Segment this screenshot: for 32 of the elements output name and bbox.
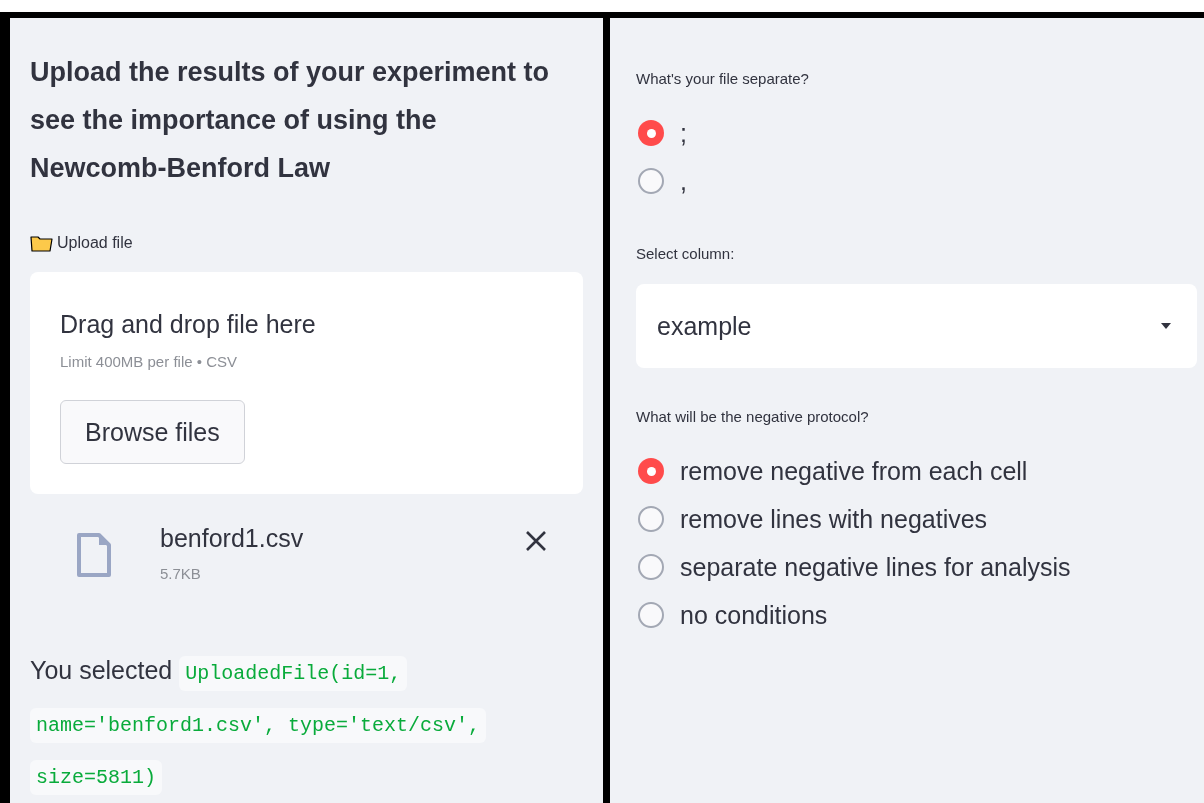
limit-text: Limit 400MB per file • CSV xyxy=(60,353,238,370)
file-icon xyxy=(76,532,112,578)
radio-label[interactable]: remove negative from each cell xyxy=(680,456,1028,486)
selection-text: You selected xyxy=(30,656,173,684)
radio-button[interactable] xyxy=(638,506,664,532)
field-label: Select column: xyxy=(636,245,735,262)
dropzone[interactable]: Drag and drop file here Limit 400MB per file • CSV Browse files xyxy=(30,272,583,494)
file-size: 5.7KB xyxy=(160,565,202,582)
folder-icon xyxy=(30,234,54,252)
field-label: What will be the negative protocol? xyxy=(636,408,869,425)
code-text: name='benford1.csv', type='text/csv', xyxy=(30,708,487,743)
radio-label[interactable]: , xyxy=(680,166,687,196)
browse-button[interactable]: Browse files xyxy=(60,400,245,464)
radio-label[interactable]: ; xyxy=(680,118,687,148)
caret-icon xyxy=(1161,323,1171,329)
close-icon[interactable] xyxy=(525,530,547,552)
field-label: What's your file separate? xyxy=(636,70,809,87)
radio-label[interactable]: separate negative lines for analysis xyxy=(680,552,1071,582)
code-text: size=5811) xyxy=(30,760,163,795)
page-heading: Upload the results of your experiment to see the importance of using the Newcomb-Benford Law xyxy=(30,56,551,185)
radio-button[interactable] xyxy=(638,602,664,628)
file-name: benford1.csv xyxy=(160,524,305,553)
code-text: UploadedFile(id=1, xyxy=(179,656,408,691)
radio-button[interactable] xyxy=(638,168,664,194)
radio-label[interactable]: no conditions xyxy=(680,600,828,630)
radio-button[interactable] xyxy=(638,554,664,580)
dropzone-text: Drag and drop file here xyxy=(60,310,317,339)
uploader-label: Upload file xyxy=(57,234,133,252)
radio-label[interactable]: remove lines with negatives xyxy=(680,504,988,534)
column-dropdown[interactable]: example xyxy=(636,284,1197,368)
radio-button[interactable] xyxy=(638,458,664,484)
radio-button[interactable] xyxy=(638,120,664,146)
